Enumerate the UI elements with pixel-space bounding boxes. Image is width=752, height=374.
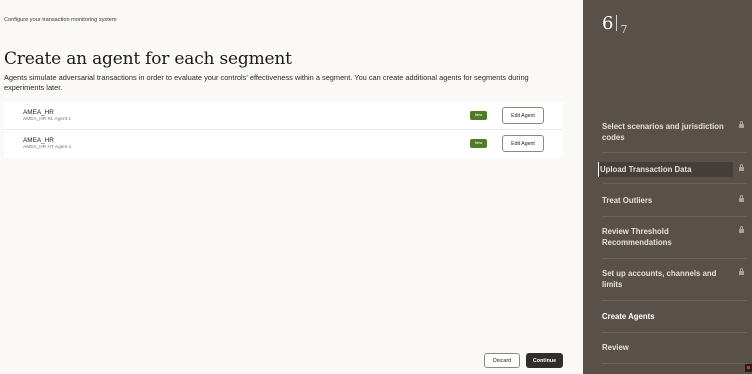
divider <box>602 216 747 217</box>
step-separator <box>616 15 618 31</box>
lock-icon <box>739 226 744 233</box>
feedback-icon[interactable] <box>745 364 752 372</box>
main-content: Configure your transaction monitoring sy… <box>0 0 583 374</box>
discard-button[interactable]: Discard <box>484 353 520 368</box>
divider <box>602 300 747 301</box>
step-review-threshold[interactable]: Review Threshold Recommendations <box>583 226 752 251</box>
page-description: Agents simulate adversarial transactions… <box>4 73 529 92</box>
steps-sidebar: 67 Select scenarios and jurisdiction cod… <box>578 0 752 374</box>
step-label: Create Agents <box>602 312 655 321</box>
page-title: Create an agent for each segment <box>4 49 292 69</box>
divider <box>602 152 747 153</box>
lock-icon <box>739 121 744 128</box>
divider <box>602 183 747 184</box>
step-counter: 67 <box>602 13 627 36</box>
divider <box>602 363 747 364</box>
lock-icon <box>739 164 744 171</box>
agent-name: AMEA_HR <box>23 137 54 144</box>
step-label: Review Threshold Recommendations <box>602 227 672 247</box>
list-item: AMEA_HR AMEA_HR RL Agent 1 New Edit Agen… <box>4 102 563 130</box>
step-label: Set up accounts, channels and limits <box>602 269 717 289</box>
step-select-scenarios[interactable]: Select scenarios and jurisdiction codes <box>583 120 752 150</box>
continue-button[interactable]: Continue <box>526 353 563 368</box>
agent-list: AMEA_HR AMEA_HR RL Agent 1 New Edit Agen… <box>4 102 563 158</box>
step-label: Select scenarios and jurisdiction codes <box>602 122 724 142</box>
step-create-agents[interactable]: Create Agents <box>578 311 752 326</box>
status-badge: New <box>470 111 487 120</box>
lock-icon <box>739 195 744 202</box>
divider <box>602 258 747 259</box>
agent-subtitle: AMEA_HR HT Agent 1 <box>23 145 72 150</box>
list-item: AMEA_HR AMEA_HR HT Agent 1 New Edit Agen… <box>4 130 563 158</box>
step-total: 7 <box>620 23 628 36</box>
step-setup-accounts[interactable]: Set up accounts, channels and limits <box>583 268 752 293</box>
current-step-pointer <box>578 313 583 323</box>
step-label: Upload Transaction Data <box>600 165 692 174</box>
app-title: Configure your transaction monitoring sy… <box>4 17 117 23</box>
agent-subtitle: AMEA_HR RL Agent 1 <box>23 117 72 122</box>
status-badge: New <box>470 139 487 148</box>
step-current: 6 <box>602 13 614 34</box>
agent-name: AMEA_HR <box>23 109 54 116</box>
divider <box>602 332 747 333</box>
step-upload-data[interactable]: Upload Transaction Data <box>583 162 752 177</box>
step-label: Review <box>602 343 629 352</box>
edit-agent-button[interactable]: Edit Agent <box>502 107 544 124</box>
step-review[interactable]: Review <box>583 342 752 357</box>
step-treat-outliers[interactable]: Treat Outliers <box>583 195 752 210</box>
step-label: Treat Outliers <box>602 196 653 205</box>
lock-icon <box>739 268 744 275</box>
edit-agent-button[interactable]: Edit Agent <box>502 135 544 152</box>
